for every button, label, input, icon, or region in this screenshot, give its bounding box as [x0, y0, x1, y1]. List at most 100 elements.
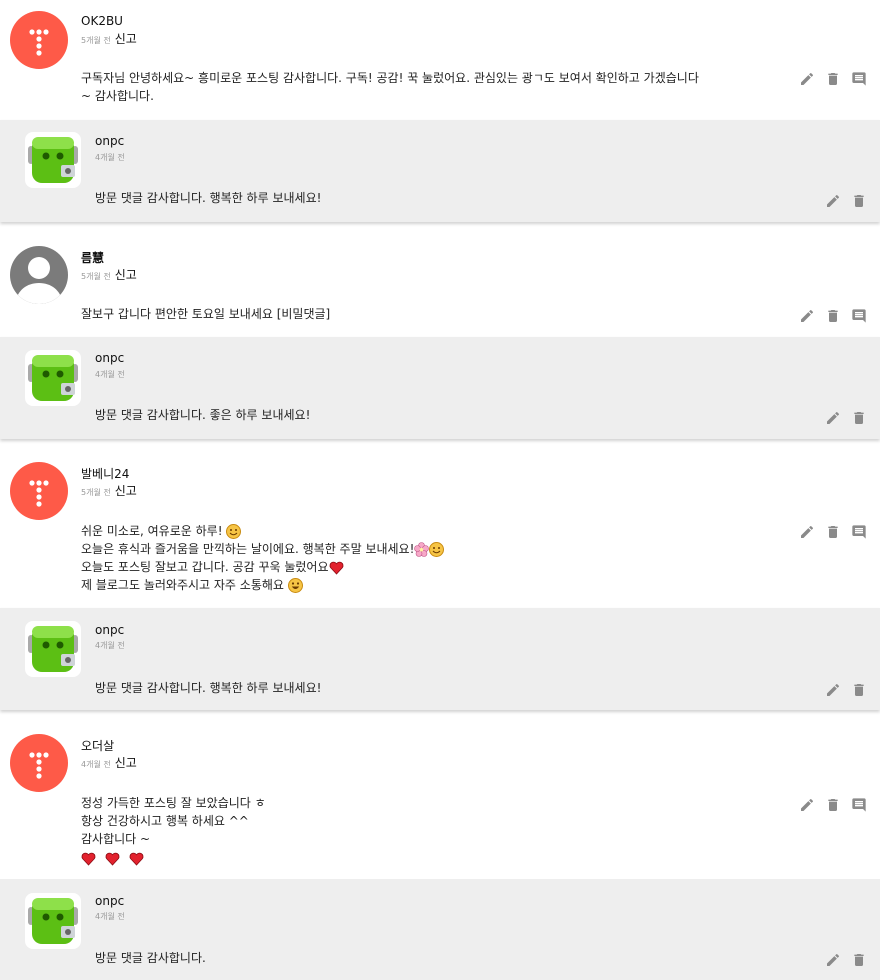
comment-item: OK2BU 5개월 전 신고 구독자님 안녕하세요~ 흥미로운 포스팅 감사합니…	[0, 0, 880, 118]
comment-line-text: 쉬운 미소로, 여유로운 하루!	[81, 524, 223, 538]
comment-meta: 5개월 전 신고	[81, 30, 137, 47]
default-avatar[interactable]	[10, 246, 68, 304]
reply-author[interactable]: onpc	[95, 351, 124, 365]
reply-actions	[825, 193, 867, 209]
comment-actions	[799, 797, 867, 813]
report-link[interactable]: 신고	[115, 266, 137, 283]
comment-author[interactable]: 름慧	[81, 249, 104, 266]
reply-time: 4개월 전	[95, 912, 125, 921]
smile-emoji-icon	[429, 542, 445, 557]
pencil-icon[interactable]	[825, 410, 841, 426]
comment-text: 정성 가득한 포스팅 잘 보았습니다 ㅎ 항상 건강하시고 행복 하세요 ^^ …	[81, 794, 266, 867]
reply-author[interactable]: onpc	[95, 134, 124, 148]
onpc-avatar[interactable]	[25, 893, 81, 949]
report-link[interactable]: 신고	[115, 754, 137, 771]
comment-text: 구독자님 안녕하세요~ 흥미로운 포스팅 감사합니다. 구독! 공감! 꾹 눌렀…	[81, 69, 699, 105]
flower-emoji-icon	[414, 542, 430, 557]
comment-author[interactable]: OK2BU	[81, 14, 123, 28]
comment-line: 정성 가득한 포스팅 잘 보았습니다 ㅎ	[81, 796, 266, 810]
comment-item: 오더살 4개월 전 신고 정성 가득한 포스팅 잘 보았습니다 ㅎ 항상 건강하…	[0, 722, 880, 877]
tistory-avatar[interactable]	[10, 734, 68, 792]
comment-actions	[799, 524, 867, 540]
comment-line: 구독자님 안녕하세요~ 흥미로운 포스팅 감사합니다. 구독! 공감! 꾹 눌렀…	[81, 71, 699, 85]
reply-text: 방문 댓글 감사합니다. 행복한 하루 보내세요!	[95, 189, 321, 207]
onpc-avatar[interactable]	[25, 350, 81, 406]
reply-item: onpc 4개월 전 방문 댓글 감사합니다. 좋은 하루 보내세요!	[0, 337, 880, 439]
comment-item: 발베니24 5개월 전 신고 쉬운 미소로, 여유로운 하루! 오늘은 휴식과 …	[0, 451, 880, 606]
robot-avatar-icon	[25, 132, 81, 188]
onpc-avatar[interactable]	[25, 621, 81, 677]
comment-author[interactable]: 발베니24	[81, 465, 129, 482]
trash-icon[interactable]	[851, 193, 867, 209]
comment-time: 5개월 전	[81, 36, 111, 45]
comment-line	[81, 849, 266, 867]
heart-emoji-icon	[105, 852, 120, 866]
trash-icon[interactable]	[825, 71, 841, 87]
comment-icon[interactable]	[851, 308, 867, 324]
pencil-icon[interactable]	[799, 71, 815, 87]
trash-icon[interactable]	[825, 797, 841, 813]
trash-icon[interactable]	[851, 410, 867, 426]
user-silhouette-icon	[15, 257, 63, 304]
reply-author[interactable]: onpc	[95, 623, 124, 637]
reply-text: 방문 댓글 감사합니다. 행복한 하루 보내세요!	[95, 679, 321, 697]
pencil-icon[interactable]	[799, 524, 815, 540]
comment-icon[interactable]	[851, 71, 867, 87]
reply-meta: 4개월 전	[95, 152, 125, 163]
comment-line: ~ 감사합니다.	[81, 89, 154, 103]
pencil-icon[interactable]	[825, 952, 841, 968]
comment-line: 감사합니다 ~	[81, 832, 151, 846]
reply-meta: 4개월 전	[95, 640, 125, 651]
reply-line: 방문 댓글 감사합니다. 좋은 하루 보내세요!	[95, 408, 311, 422]
reply-item: onpc 4개월 전 방문 댓글 감사합니다. 행복한 하루 보내세요!	[0, 608, 880, 710]
reply-author[interactable]: onpc	[95, 894, 124, 908]
comment-line: 잘보구 갑니다 편안한 토요일 보내세요 [비밀댓글]	[81, 307, 331, 321]
reply-line: 방문 댓글 감사합니다.	[95, 951, 206, 965]
comment-line: 오늘은 휴식과 즐거움을 만끽하는 날이에요. 행복한 주말 보내세요!	[81, 540, 445, 558]
comment-icon[interactable]	[851, 524, 867, 540]
comment-line: 쉬운 미소로, 여유로운 하루!	[81, 522, 444, 540]
reply-actions	[825, 410, 867, 426]
reply-time: 4개월 전	[95, 370, 125, 379]
trash-icon[interactable]	[825, 308, 841, 324]
trash-icon[interactable]	[825, 524, 841, 540]
reply-line: 방문 댓글 감사합니다. 행복한 하루 보내세요!	[95, 191, 322, 205]
pencil-icon[interactable]	[825, 682, 841, 698]
heart-emoji-icon	[329, 561, 343, 575]
reply-item: onpc 4개월 전 방문 댓글 감사합니다. 행복한 하루 보내세요!	[0, 120, 880, 222]
tistory-logo-icon	[29, 480, 49, 507]
comment-meta: 4개월 전 신고	[81, 754, 137, 771]
smile-emoji-icon	[226, 524, 242, 539]
comment-actions	[799, 308, 867, 324]
reply-actions	[825, 682, 867, 698]
trash-icon[interactable]	[851, 682, 867, 698]
pencil-icon[interactable]	[799, 308, 815, 324]
comment-author[interactable]: 오더살	[81, 737, 114, 754]
grin-emoji-icon	[287, 578, 303, 593]
comment-line-text: 오늘도 포스팅 잘보고 갑니다. 공감 꾸욱 눌렀어요	[81, 560, 329, 574]
tistory-logo-icon	[29, 29, 49, 56]
pencil-icon[interactable]	[799, 797, 815, 813]
comment-icon[interactable]	[851, 797, 867, 813]
comment-meta: 5개월 전 신고	[81, 482, 137, 499]
onpc-avatar[interactable]	[25, 132, 81, 188]
report-link[interactable]: 신고	[115, 30, 137, 47]
comment-text: 잘보구 갑니다 편안한 토요일 보내세요 [비밀댓글]	[81, 305, 330, 323]
comment-line-text: 오늘은 휴식과 즐거움을 만끽하는 날이에요. 행복한 주말 보내세요!	[81, 542, 415, 556]
report-link[interactable]: 신고	[115, 482, 137, 499]
reply-meta: 4개월 전	[95, 911, 125, 922]
reply-text: 방문 댓글 감사합니다. 좋은 하루 보내세요!	[95, 406, 310, 424]
trash-icon[interactable]	[851, 952, 867, 968]
tistory-avatar[interactable]	[10, 462, 68, 520]
robot-avatar-icon	[25, 621, 81, 677]
reply-item: onpc 4개월 전 방문 댓글 감사합니다.	[0, 879, 880, 980]
comment-line-text: 제 블로그도 놀러와주시고 자주 소통해요	[81, 578, 284, 592]
heart-emoji-icon	[129, 852, 144, 866]
comment-text: 쉬운 미소로, 여유로운 하루! 오늘은 휴식과 즐거움을 만끽하는 날이에요.…	[81, 522, 445, 594]
comment-item: 름慧 5개월 전 신고 잘보구 갑니다 편안한 토요일 보내세요 [비밀댓글]	[0, 234, 880, 335]
tistory-avatar[interactable]	[10, 11, 68, 69]
comment-line: 오늘도 포스팅 잘보고 갑니다. 공감 꾸욱 눌렀어요	[81, 558, 444, 576]
pencil-icon[interactable]	[825, 193, 841, 209]
comment-meta: 5개월 전 신고	[81, 266, 137, 283]
comment-actions	[799, 71, 867, 87]
